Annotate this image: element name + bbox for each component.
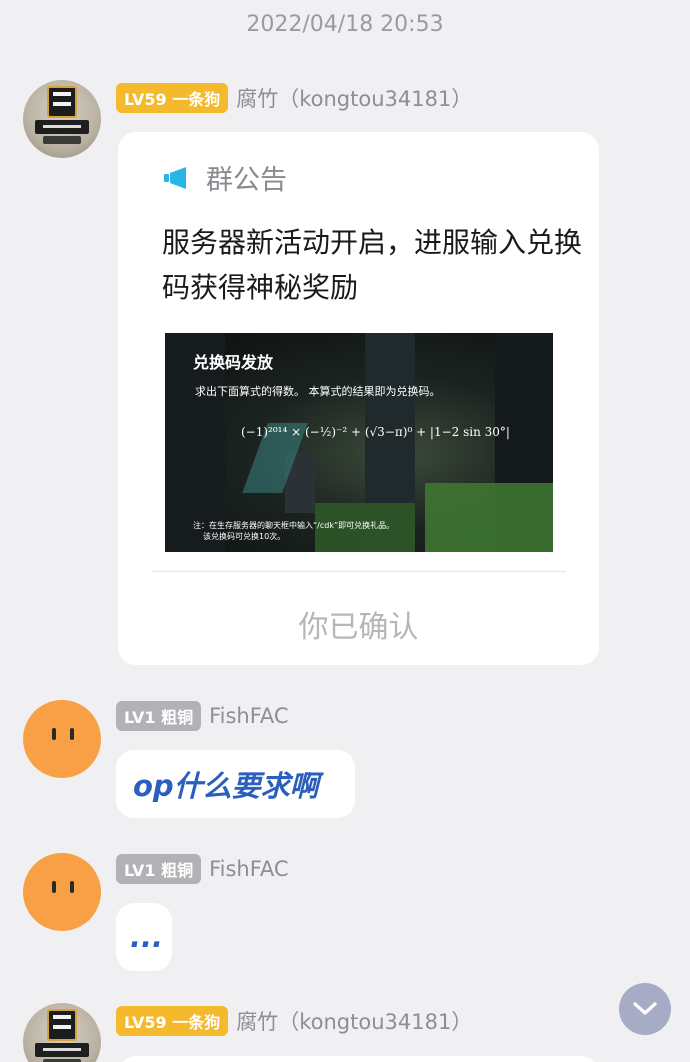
scroll-to-bottom-button[interactable]	[619, 983, 671, 1035]
level-badge: LV59 一条狗	[116, 1006, 229, 1036]
level-badge: LV1 粗铜	[116, 854, 202, 884]
image-note-line: 该兑换码可兑换10次。	[203, 532, 286, 541]
level-badge: LV1 粗铜	[116, 701, 202, 731]
sender-meta: LV59 一条狗 腐竹（kongtou34181）	[116, 1006, 472, 1036]
announcement-image[interactable]: 兑换码发放 求出下面算式的得数。 本算式的结果即为兑换码。 (−1)²⁰¹⁴ ×…	[165, 333, 553, 552]
image-title: 兑换码发放	[193, 353, 274, 372]
megaphone-icon	[164, 166, 186, 189]
announcement-header: 群公告	[164, 158, 287, 197]
chevron-down-icon	[633, 1002, 657, 1015]
avatar[interactable]	[23, 853, 101, 931]
image-subtitle: 求出下面算式的得数。 本算式的结果即为兑换码。	[195, 385, 441, 398]
sender-name[interactable]: FishFAC	[209, 857, 288, 881]
sender-name[interactable]: 腐竹（kongtou34181）	[236, 1006, 472, 1036]
announcement-card[interactable]: 群公告 服务器新活动开启，进服输入兑换码获得神秘奖励 兑换码发放 求出下面算式的…	[118, 132, 599, 665]
eye	[70, 881, 74, 893]
eye	[52, 728, 56, 740]
image-note: 注：在生存服务器的聊天框中输入“/cdk”即可兑换礼品。 该兑换码可兑换10次。	[193, 520, 433, 542]
sender-name[interactable]: 腐竹（kongtou34181）	[236, 83, 472, 113]
message-card-partial[interactable]	[118, 1056, 599, 1062]
avatar[interactable]	[23, 80, 101, 158]
level-badge: LV59 一条狗	[116, 83, 229, 113]
image-note-line: 注：在生存服务器的聊天框中输入“/cdk”即可兑换礼品。	[193, 521, 395, 530]
divider	[151, 571, 566, 572]
message-text: ...	[130, 920, 164, 954]
avatar[interactable]	[23, 700, 101, 778]
message-timestamp: 2022/04/18 20:53	[246, 12, 444, 37]
message-bubble[interactable]: op什么要求啊	[116, 750, 355, 818]
announcement-body: 服务器新活动开启，进服输入兑换码获得神秘奖励	[162, 226, 583, 304]
avatar[interactable]	[23, 1003, 101, 1062]
announcement-title: 群公告	[206, 165, 287, 196]
sender-meta: LV59 一条狗 腐竹（kongtou34181）	[116, 83, 472, 113]
message-text: op什么要求啊	[133, 769, 319, 803]
image-formula: (−1)²⁰¹⁴ × (−½)⁻² + (√3−π)⁰ + |1−2 sin 3…	[241, 425, 510, 439]
message-bubble[interactable]: ...	[116, 903, 172, 971]
eye	[52, 881, 56, 893]
sender-meta: LV1 粗铜 FishFAC	[116, 854, 289, 884]
eye	[70, 728, 74, 740]
confirmed-status: 你已确认	[298, 610, 419, 645]
sender-meta: LV1 粗铜 FishFAC	[116, 701, 289, 731]
sender-name[interactable]: FishFAC	[209, 704, 288, 728]
